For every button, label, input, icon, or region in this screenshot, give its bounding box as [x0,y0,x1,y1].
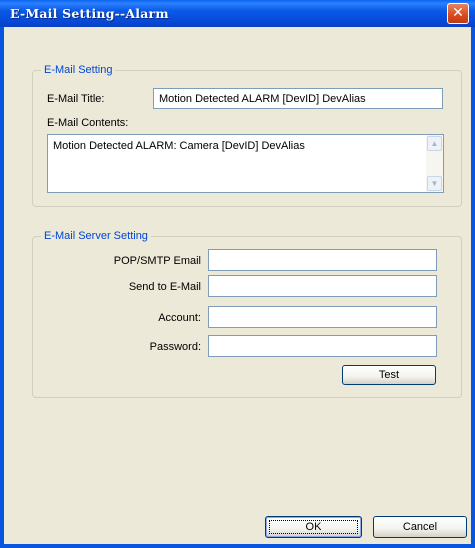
scroll-up-icon[interactable]: ▲ [427,136,442,151]
password-input[interactable] [208,335,437,357]
close-button[interactable]: ✕ [447,3,469,24]
account-label: Account: [158,312,201,324]
cancel-button[interactable]: Cancel [373,516,467,538]
email-setting-dialog: E-Mail Setting--Alarm ✕ E-Mail Setting E… [0,0,475,548]
email-contents-value: Motion Detected ALARM: Camera [DevID] De… [53,140,305,152]
send-to-email-input[interactable] [208,275,437,297]
email-server-setting-legend: E-Mail Server Setting [41,229,151,243]
email-title-label: E-Mail Title: [47,93,105,105]
email-server-setting-group: E-Mail Server Setting POP/SMTP Email Sen… [32,229,462,398]
test-button[interactable]: Test [342,365,436,385]
account-input[interactable] [208,306,437,328]
email-title-input[interactable]: Motion Detected ALARM [DevID] DevAlias [153,88,443,109]
dialog-body: E-Mail Setting E-Mail Title: Motion Dete… [4,27,471,544]
email-setting-legend: E-Mail Setting [41,63,116,77]
email-setting-group: E-Mail Setting E-Mail Title: Motion Dete… [32,63,462,207]
pop-smtp-email-input[interactable] [208,249,437,271]
ok-button-label: OK [305,521,322,533]
email-contents-label: E-Mail Contents: [47,117,129,129]
close-icon: ✕ [452,5,464,21]
email-title-value: Motion Detected ALARM [DevID] DevAlias [159,93,366,105]
email-contents-textarea[interactable]: Motion Detected ALARM: Camera [DevID] De… [47,134,444,193]
send-to-email-label: Send to E-Mail [128,281,201,293]
test-button-label: Test [378,369,400,381]
ok-button[interactable]: OK [265,516,362,538]
title-bar[interactable]: E-Mail Setting--Alarm ✕ [0,0,475,27]
pop-smtp-email-label: POP/SMTP Email [113,255,201,267]
cancel-button-label: Cancel [402,521,438,533]
window-title: E-Mail Setting--Alarm [10,6,169,21]
password-label: Password: [149,341,201,353]
email-contents-scrollbar[interactable]: ▲ ▼ [426,135,443,192]
scroll-down-icon[interactable]: ▼ [427,176,442,191]
